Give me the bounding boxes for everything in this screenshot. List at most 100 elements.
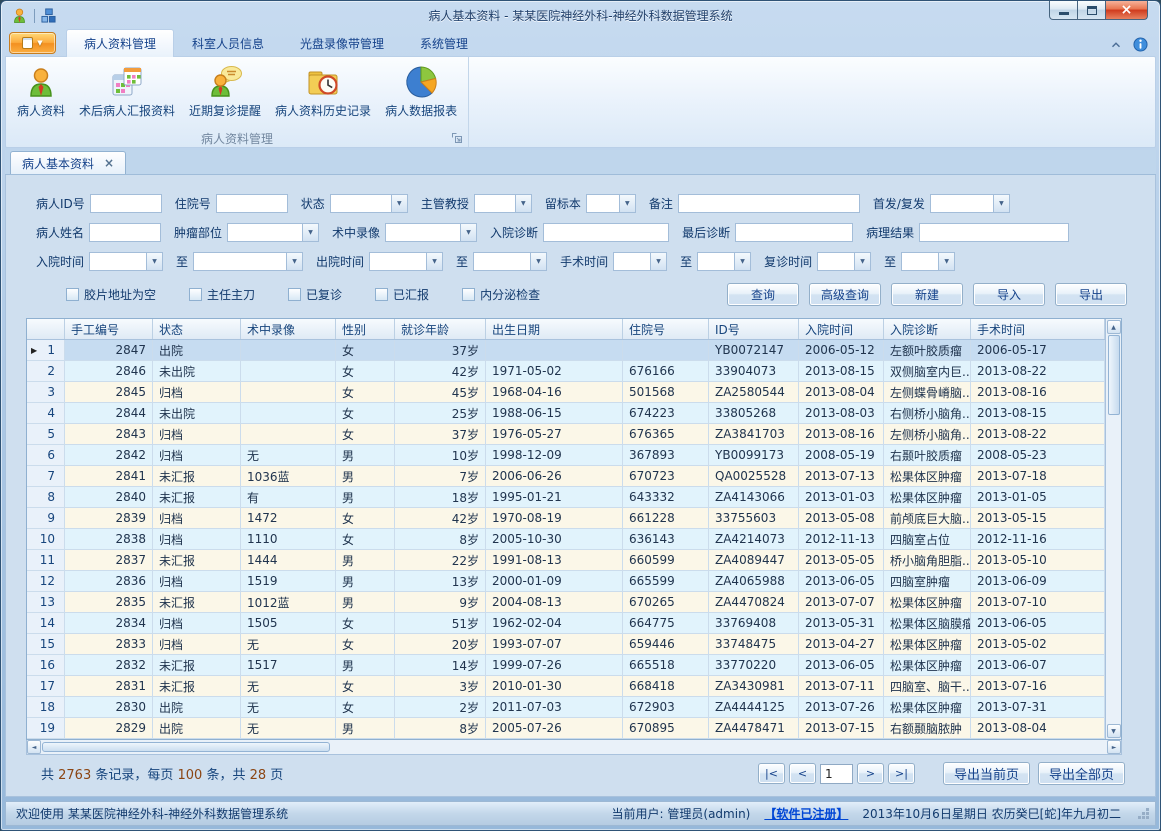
chevron-down-icon[interactable]: ▼ <box>854 253 870 270</box>
table-row[interactable]: 102838归档1110女8岁2005-10-30636143ZA4214073… <box>27 529 1105 550</box>
filter-dropdown[interactable]: ▼ <box>817 252 871 271</box>
column-header-就诊年龄[interactable]: 就诊年龄 <box>395 319 486 339</box>
next-page-button[interactable]: > <box>857 763 884 784</box>
table-row[interactable]: 152833归档无女20岁1993-07-0765944633748475201… <box>27 634 1105 655</box>
action-button-新建[interactable]: 新建 <box>891 283 963 306</box>
filter-dropdown[interactable]: ▼ <box>474 194 532 213</box>
column-header-indicator[interactable] <box>27 319 65 339</box>
tab-close-icon[interactable]: × <box>104 157 114 169</box>
checkbox-box[interactable] <box>189 288 202 301</box>
minimize-button[interactable] <box>1049 1 1078 20</box>
app-logo-icon[interactable] <box>11 7 28 24</box>
filter-dropdown[interactable]: ▼ <box>385 223 477 242</box>
ribbon-button-calendar-report[interactable]: 术后病人汇报资料 <box>72 60 182 123</box>
resize-grip[interactable] <box>1146 816 1149 819</box>
table-row[interactable]: 52843归档女37岁1976-05-27676365ZA38417032013… <box>27 424 1105 445</box>
chevron-down-icon[interactable]: ▼ <box>993 195 1009 212</box>
chevron-down-icon[interactable]: ▼ <box>391 195 407 212</box>
column-header-术中录像[interactable]: 术中录像 <box>241 319 336 339</box>
filter-dropdown[interactable]: ▼ <box>227 223 319 242</box>
filter-dropdown[interactable]: ▼ <box>586 194 636 213</box>
table-row[interactable]: 122836归档1519男13岁2000-01-09665599ZA406598… <box>27 571 1105 592</box>
table-row[interactable]: 92839归档1472女42岁1970-08-19661228337556032… <box>27 508 1105 529</box>
chevron-down-icon[interactable]: ▼ <box>650 253 666 270</box>
filter-dropdown[interactable]: ▼ <box>697 252 751 271</box>
filter-dropdown[interactable]: ▼ <box>473 252 547 271</box>
export-all-pages-button[interactable]: 导出全部页 <box>1038 762 1125 785</box>
action-button-高级查询[interactable]: 高级查询 <box>809 283 881 306</box>
column-header-手工编号[interactable]: 手工编号 <box>65 319 153 339</box>
table-row[interactable]: 132835未汇报1012蓝男9岁2004-08-13670265ZA44708… <box>27 592 1105 613</box>
filter-dropdown[interactable]: ▼ <box>901 252 955 271</box>
filter-dropdown[interactable]: ▼ <box>193 252 303 271</box>
column-header-入院时间[interactable]: 入院时间 <box>799 319 884 339</box>
table-row[interactable]: 112837未汇报1444男22岁1991-08-13660599ZA40894… <box>27 550 1105 571</box>
table-row[interactable]: 62842归档无男10岁1998-12-09367893YB0099173200… <box>27 445 1105 466</box>
filter-dropdown[interactable]: ▼ <box>613 252 667 271</box>
filter-input[interactable] <box>216 194 288 213</box>
horizontal-scroll-thumb[interactable] <box>42 742 330 752</box>
action-button-查询[interactable]: 查询 <box>727 283 799 306</box>
horizontal-scrollbar[interactable]: ◄ ► <box>26 740 1122 755</box>
ribbon-button-pie-chart[interactable]: 病人数据报表 <box>378 60 464 123</box>
ribbon-button-revisit-reminder[interactable]: 近期复诊提醒 <box>182 60 268 123</box>
table-row[interactable]: 162832未汇报1517男14岁1999-07-266655183377022… <box>27 655 1105 676</box>
checkbox-box[interactable] <box>288 288 301 301</box>
column-header-ID号[interactable]: ID号 <box>709 319 799 339</box>
checkbox-box[interactable] <box>462 288 475 301</box>
chevron-down-icon[interactable]: ▼ <box>426 253 442 270</box>
table-row[interactable]: ▶12847出院女37岁YB00721472006-05-12左额叶胶质瘤200… <box>27 340 1105 361</box>
column-header-入院诊断[interactable]: 入院诊断 <box>884 319 971 339</box>
checkbox-box[interactable] <box>66 288 79 301</box>
ribbon-tab-1[interactable]: 病人资料管理 <box>66 29 174 57</box>
info-icon[interactable] <box>1133 37 1148 52</box>
chevron-down-icon[interactable]: ▼ <box>938 253 954 270</box>
checkbox-5[interactable]: 内分泌检查 <box>462 286 540 303</box>
table-row[interactable]: 32845归档女45岁1968-04-16501568ZA25805442013… <box>27 382 1105 403</box>
dialog-launcher-icon[interactable] <box>451 132 463 144</box>
table-row[interactable]: 192829出院无男8岁2005-07-26670895ZA4478471201… <box>27 718 1105 739</box>
column-header-住院号[interactable]: 住院号 <box>623 319 709 339</box>
column-header-手术时间[interactable]: 手术时间 <box>971 319 1105 339</box>
ribbon-button-history-folder[interactable]: 病人资料历史记录 <box>268 60 378 123</box>
checkbox-box[interactable] <box>375 288 388 301</box>
chevron-down-icon[interactable]: ▼ <box>734 253 750 270</box>
chevron-down-icon[interactable]: ▼ <box>286 253 302 270</box>
filter-input[interactable] <box>89 223 161 242</box>
registration-link[interactable]: 【软件已注册】 <box>764 805 848 822</box>
action-button-导入[interactable]: 导入 <box>973 283 1045 306</box>
table-row[interactable]: 42844未出院女25岁1988-06-15674223338052682013… <box>27 403 1105 424</box>
table-row[interactable]: 172831未汇报无女3岁2010-01-30668418ZA343098120… <box>27 676 1105 697</box>
vertical-scrollbar[interactable]: ▲ ▼ <box>1105 319 1121 739</box>
ribbon-tab-4[interactable]: 系统管理 <box>402 29 486 56</box>
first-page-button[interactable]: |< <box>758 763 785 784</box>
close-button[interactable]: × <box>1105 1 1148 20</box>
filter-input[interactable] <box>543 223 669 242</box>
ribbon-tab-2[interactable]: 科室人员信息 <box>174 29 282 56</box>
checkbox-2[interactable]: 主任主刀 <box>189 286 255 303</box>
vertical-scroll-thumb[interactable] <box>1108 335 1120 415</box>
column-header-性别[interactable]: 性别 <box>336 319 395 339</box>
chevron-down-icon[interactable]: ▼ <box>302 224 318 241</box>
ribbon-button-patient[interactable]: 病人资料 <box>10 60 72 123</box>
scroll-down-icon[interactable]: ▼ <box>1107 724 1121 738</box>
collapse-ribbon-icon[interactable] <box>1109 38 1123 52</box>
filter-dropdown[interactable]: ▼ <box>369 252 443 271</box>
filter-dropdown[interactable]: ▼ <box>89 252 163 271</box>
table-row[interactable]: 182830出院无女2岁2011-07-03672903ZA4444125201… <box>27 697 1105 718</box>
table-row[interactable]: 22846未出院女42岁1971-05-02676166339040732013… <box>27 361 1105 382</box>
chevron-down-icon[interactable]: ▼ <box>619 195 635 212</box>
chevron-down-icon[interactable]: ▼ <box>515 195 531 212</box>
table-row[interactable]: 72841未汇报1036蓝男7岁2006-06-26670723QA002552… <box>27 466 1105 487</box>
filter-input[interactable] <box>90 194 162 213</box>
scroll-right-icon[interactable]: ► <box>1107 740 1121 754</box>
last-page-button[interactable]: >| <box>888 763 915 784</box>
column-header-出生日期[interactable]: 出生日期 <box>486 319 623 339</box>
chevron-down-icon[interactable]: ▼ <box>146 253 162 270</box>
export-current-page-button[interactable]: 导出当前页 <box>943 762 1030 785</box>
tab-patient-basic-info[interactable]: 病人基本资料 × <box>10 151 126 174</box>
checkbox-1[interactable]: 胶片地址为空 <box>66 286 156 303</box>
filter-dropdown[interactable]: ▼ <box>330 194 408 213</box>
filter-input[interactable] <box>735 223 853 242</box>
filter-input[interactable] <box>678 194 860 213</box>
